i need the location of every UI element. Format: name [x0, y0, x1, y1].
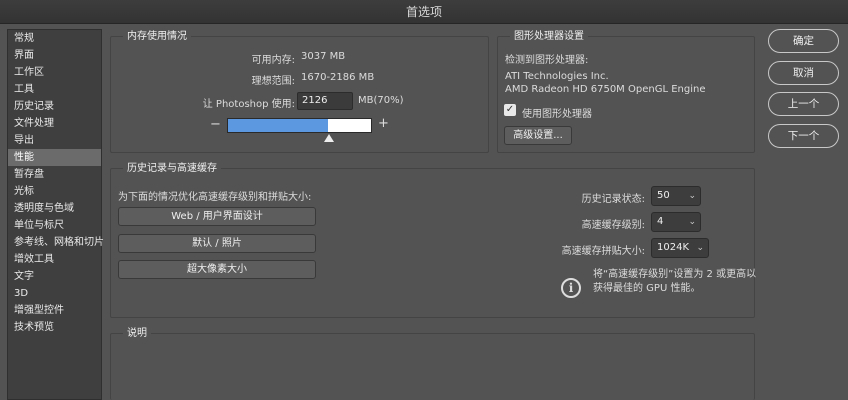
- memory-slider-fill: [228, 119, 329, 132]
- cache-tile-size-value: 1024K: [657, 242, 690, 253]
- sidebar-item-cursors[interactable]: 光标: [8, 183, 101, 200]
- sidebar-item-plugins[interactable]: 增效工具: [8, 251, 101, 268]
- sidebar-item-tools[interactable]: 工具: [8, 81, 101, 98]
- ideal-range-label: 理想范围:: [251, 76, 295, 87]
- gpu-model: AMD Radeon HD 6750M OpenGL Engine: [505, 84, 706, 95]
- ok-button[interactable]: 确定: [768, 29, 839, 53]
- preset-web-ui-button[interactable]: Web / 用户界面设计: [118, 207, 316, 226]
- sidebar-item-file-handling[interactable]: 文件处理: [8, 115, 101, 132]
- chevron-down-icon: ⌄: [688, 191, 696, 201]
- sidebar-item-tech-previews[interactable]: 技术预览: [8, 319, 101, 336]
- advanced-settings-button[interactable]: 高级设置...: [504, 126, 572, 145]
- cache-tile-size-label: 高速缓存拼贴大小:: [561, 246, 645, 257]
- history-states-value: 50: [657, 190, 670, 201]
- ideal-range-value: 1670-2186 MB: [301, 72, 375, 83]
- detected-gpu-label: 检测到图形处理器:: [505, 55, 589, 66]
- next-button[interactable]: 下一个: [768, 124, 839, 148]
- sidebar-item-export[interactable]: 导出: [8, 132, 101, 149]
- window-title: 首选项: [0, 0, 848, 24]
- sidebar-item-workspace[interactable]: 工作区: [8, 64, 101, 81]
- sidebar-item-history-log[interactable]: 历史记录: [8, 98, 101, 115]
- sidebar-item-guides-grid-slices[interactable]: 参考线、网格和切片: [8, 234, 104, 251]
- history-states-label: 历史记录状态:: [581, 194, 645, 205]
- history-cache-title: 历史记录与高速缓存: [123, 162, 221, 175]
- gpu-settings-title: 图形处理器设置: [510, 30, 588, 43]
- sidebar-item-interface[interactable]: 界面: [8, 47, 101, 64]
- gpu-cache-hint-line2: 获得最佳的 GPU 性能。: [593, 283, 701, 294]
- sidebar-item-type[interactable]: 文字: [8, 268, 101, 285]
- sidebar-item-general[interactable]: 常规: [8, 30, 101, 47]
- decrease-memory-button[interactable]: −: [210, 118, 221, 132]
- info-icon: i: [561, 278, 581, 298]
- memory-usage-title: 内存使用情况: [123, 30, 191, 43]
- chevron-down-icon: ⌄: [688, 217, 696, 227]
- sidebar-item-transparency-gamut[interactable]: 透明度与色域: [8, 200, 101, 217]
- use-gpu-label: 使用图形处理器: [522, 109, 592, 120]
- sidebar-item-units-rulers[interactable]: 单位与标尺: [8, 217, 101, 234]
- available-memory-label: 可用内存:: [251, 55, 295, 66]
- description-title: 说明: [123, 327, 151, 340]
- sidebar-item-3d[interactable]: 3D: [8, 285, 101, 302]
- preset-huge-pixel-button[interactable]: 超大像素大小: [118, 260, 316, 279]
- memory-amount-input[interactable]: 2126: [297, 92, 353, 110]
- memory-unit-label: MB(70%): [358, 95, 404, 106]
- history-states-input[interactable]: 50 ⌄: [651, 186, 701, 206]
- preset-default-photo-button[interactable]: 默认 / 照片: [118, 234, 316, 253]
- available-memory-value: 3037 MB: [301, 51, 346, 62]
- increase-memory-button[interactable]: +: [378, 117, 389, 131]
- gpu-vendor: ATI Technologies Inc.: [505, 71, 609, 82]
- sidebar-item-performance[interactable]: 性能: [8, 149, 101, 166]
- gpu-cache-hint-line1: 将“高速缓存级别”设置为 2 或更高以: [593, 269, 757, 280]
- sidebar-item-enhanced-controls[interactable]: 增强型控件: [8, 302, 101, 319]
- sidebar-item-scratch-disks[interactable]: 暂存盘: [8, 166, 101, 183]
- chevron-down-icon: ⌄: [696, 243, 704, 253]
- let-photoshop-use-label: 让 Photoshop 使用:: [202, 99, 295, 110]
- use-gpu-checkbox[interactable]: ✓: [504, 104, 516, 116]
- cache-levels-label: 高速缓存级别:: [581, 220, 645, 231]
- cache-tile-size-select[interactable]: 1024K ⌄: [651, 238, 709, 258]
- optimize-cache-label: 为下面的情况优化高速缓存级别和拼贴大小:: [118, 192, 312, 203]
- cancel-button[interactable]: 取消: [768, 61, 839, 85]
- previous-button[interactable]: 上一个: [768, 92, 839, 116]
- cache-levels-value: 4: [657, 216, 664, 227]
- preferences-sidebar: 常规 界面 工作区 工具 历史记录 文件处理 导出 性能 暂存盘 光标 透明度与…: [7, 29, 104, 400]
- memory-slider[interactable]: [227, 118, 372, 133]
- memory-slider-thumb[interactable]: [323, 134, 334, 142]
- cache-levels-input[interactable]: 4 ⌄: [651, 212, 701, 232]
- description-group: 说明: [110, 327, 755, 400]
